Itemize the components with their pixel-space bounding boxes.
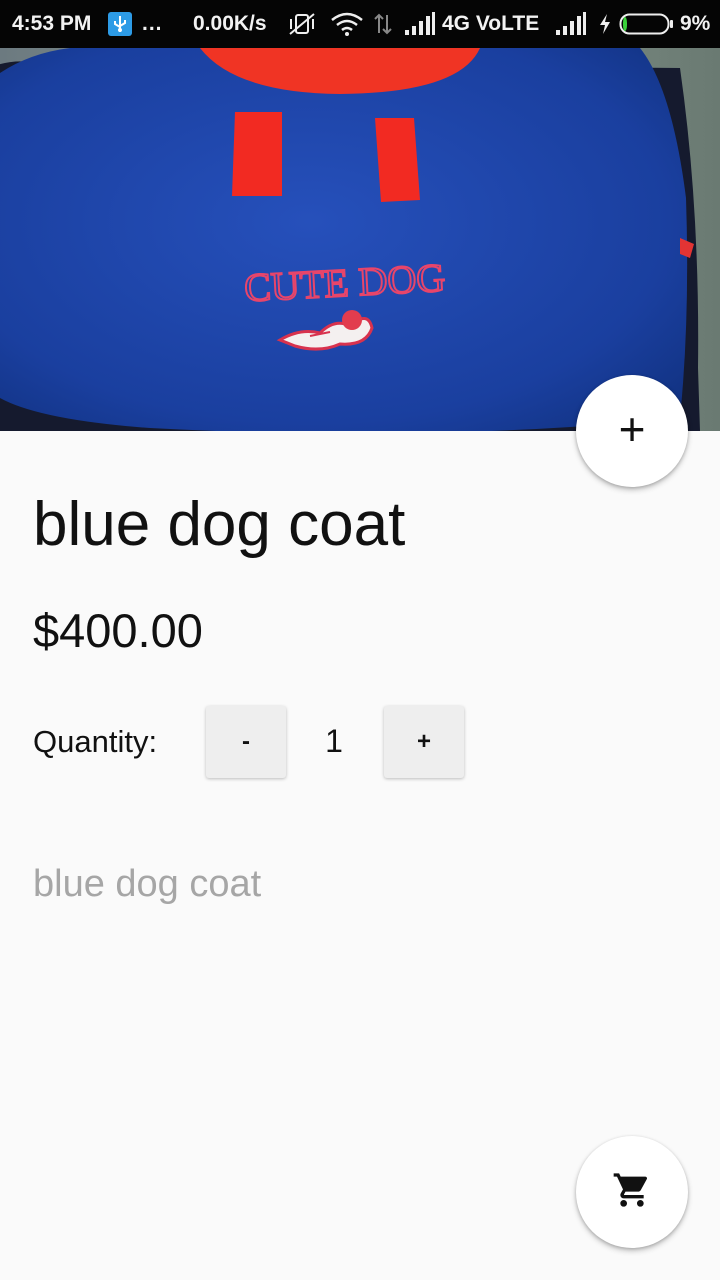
network-type: 4G VoLTE bbox=[442, 12, 540, 35]
product-description: blue dog coat bbox=[33, 863, 262, 905]
network-speed: 0.00K/s bbox=[193, 12, 267, 35]
notification-dots: ... bbox=[142, 12, 163, 35]
product-image: CUTE DOG bbox=[0, 48, 720, 431]
product-title: blue dog coat bbox=[33, 490, 406, 559]
plus-icon: + bbox=[618, 403, 646, 455]
product-price: $400.00 bbox=[33, 604, 203, 657]
wifi-icon bbox=[330, 0, 364, 48]
usb-icon bbox=[108, 12, 132, 36]
data-arrows-icon bbox=[372, 0, 394, 48]
vibrate-off-icon bbox=[287, 0, 317, 48]
status-bar: 4:53 PM ... 0.00K/s 4G VoLTE 9% bbox=[0, 0, 720, 48]
charging-icon bbox=[598, 0, 612, 48]
signal-icon-2 bbox=[555, 0, 587, 48]
quantity-value: 1 bbox=[325, 723, 343, 759]
increment-quantity-button[interactable]: + bbox=[384, 706, 464, 778]
cart-fab-button[interactable] bbox=[576, 1136, 688, 1248]
signal-icon bbox=[404, 0, 436, 48]
battery-icon bbox=[619, 0, 675, 48]
battery-percentage: 9% bbox=[680, 12, 711, 35]
status-time: 4:53 PM bbox=[12, 12, 92, 35]
cart-icon bbox=[612, 1170, 652, 1215]
quantity-label: Quantity: bbox=[33, 724, 158, 759]
add-fab-button[interactable]: + bbox=[576, 375, 688, 487]
decrement-quantity-button[interactable]: - bbox=[206, 706, 286, 778]
